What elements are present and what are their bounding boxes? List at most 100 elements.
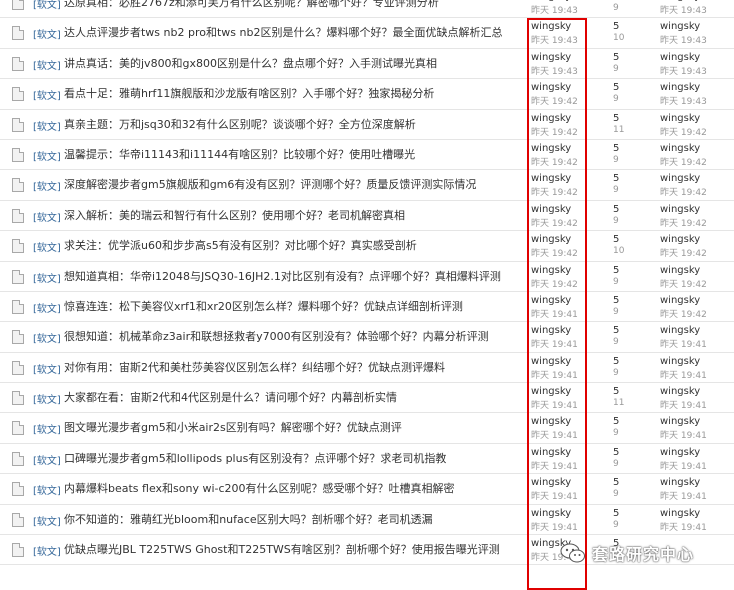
thread-tag[interactable]: [软文] <box>33 361 61 376</box>
thread-row[interactable]: [软文] 内幕爆料beats flex和sony wi-c200有什么区别呢？感… <box>0 474 734 505</box>
author-link[interactable]: wingsky <box>531 416 571 427</box>
thread-tag[interactable]: [软文] <box>33 178 61 193</box>
thread-title-link[interactable]: 惊喜连连：松下美容仪xrf1和xr20区别怎么样？爆料哪个好？优缺点详细剖析评测 <box>64 298 520 314</box>
last-post-time: 昨天 19:41 <box>660 431 707 442</box>
last-post-user-link[interactable]: wingsky <box>660 416 700 427</box>
document-icon <box>12 391 24 406</box>
thread-title-link[interactable]: 很想知道：机械革命z3air和联想拯救者y7000有区别没有？体验哪个好？内幕分… <box>64 328 520 344</box>
thread-tag[interactable]: [软文] <box>33 57 61 72</box>
author-link[interactable]: wingsky <box>531 477 571 488</box>
thread-row[interactable]: [软文] 看点十足：雅萌hrf11旗舰版和沙龙版有啥区别？入手哪个好？独家揭秘分… <box>0 79 734 110</box>
last-post-user-link[interactable]: wingsky <box>660 52 700 63</box>
last-post-user-link[interactable]: wingsky <box>660 0 700 2</box>
author-link[interactable]: wingsky <box>531 295 571 306</box>
thread-title-link[interactable]: 对你有用：宙斯2代和美杜莎美容仪区别怎么样？纠结哪个好？优缺点测评爆料 <box>64 359 520 375</box>
author-link[interactable]: wingsky <box>531 52 571 63</box>
author-link[interactable]: wingsky <box>531 21 571 32</box>
thread-row[interactable]: [软文] 讲点真话：美的jv800和gx800区别是什么？盘点哪个好？入手测试曝… <box>0 49 734 80</box>
last-post-time: 昨天 19:43 <box>660 6 707 16</box>
last-post-user-link[interactable]: wingsky <box>660 21 700 32</box>
thread-title-link[interactable]: 优缺点曝光JBL T225TWS Ghost和T225TWS有啥区别？剖析哪个好… <box>64 541 520 557</box>
thread-row[interactable]: [软文] 深度解密漫步者gm5旗舰版和gm6有没有区别？评测哪个好？质量反馈评测… <box>0 170 734 201</box>
thread-row[interactable]: [软文] 求关注：优学派u60和步步高s5有没有区别？对比哪个好？真实感受剖析 … <box>0 231 734 262</box>
thread-title-link[interactable]: 深入解析：美的瑞云和智行有什么区别？使用哪个好？老司机解密真相 <box>64 207 520 223</box>
author-link[interactable]: wingsky <box>531 447 571 458</box>
last-post-user-link[interactable]: wingsky <box>660 113 700 124</box>
thread-title-link[interactable]: 口碑曝光漫步者gm5和lollipods plus有区别没有？点评哪个好？求老司… <box>64 450 520 466</box>
thread-title-link[interactable]: 你不知道的：雅萌红光bloom和nuface区别大吗？剖析哪个好？老司机透漏 <box>64 511 520 527</box>
thread-tag[interactable]: [软文] <box>33 391 61 406</box>
thread-tag[interactable]: [软文] <box>33 26 61 41</box>
thread-row[interactable]: [软文] 对你有用：宙斯2代和美杜莎美容仪区别怎么样？纠结哪个好？优缺点测评爆料… <box>0 353 734 384</box>
thread-title-link[interactable]: 讲点真话：美的jv800和gx800区别是什么？盘点哪个好？入手测试曝光真相 <box>64 55 520 71</box>
thread-tag[interactable]: [软文] <box>33 330 61 345</box>
last-post-user-link[interactable]: wingsky <box>660 295 700 306</box>
view-count: 9 <box>613 215 619 226</box>
author-link[interactable]: wingsky <box>531 204 571 215</box>
thread-tag[interactable]: [软文] <box>33 300 61 315</box>
last-post-user-link[interactable]: wingsky <box>660 265 700 276</box>
author-link[interactable]: wingsky <box>531 386 571 397</box>
author-link[interactable]: wingsky <box>531 356 571 367</box>
last-post-user-link[interactable]: wingsky <box>660 82 700 93</box>
thread-row[interactable]: [软文] 你不知道的：雅萌红光bloom和nuface区别大吗？剖析哪个好？老司… <box>0 505 734 536</box>
last-post-user-link[interactable]: wingsky <box>660 325 700 336</box>
author-link[interactable]: wingsky <box>531 265 571 276</box>
thread-title-link[interactable]: 图文曝光漫步者gm5和小米air2s区别有吗？解密哪个好？优缺点测评 <box>64 419 520 435</box>
document-icon <box>12 330 24 345</box>
thread-title-link[interactable]: 看点十足：雅萌hrf11旗舰版和沙龙版有啥区别？入手哪个好？独家揭秘分析 <box>64 85 520 101</box>
author-link[interactable]: wingsky <box>531 234 571 245</box>
last-post-user-link[interactable]: wingsky <box>660 508 700 519</box>
thread-title-link[interactable]: 内幕爆料beats flex和sony wi-c200有什么区别呢？感受哪个好？… <box>64 480 520 496</box>
thread-tag[interactable]: [软文] <box>33 421 61 436</box>
last-post-user-link[interactable]: wingsky <box>660 477 700 488</box>
last-post-user-link[interactable]: wingsky <box>660 143 700 154</box>
last-post-user-link[interactable]: wingsky <box>660 356 700 367</box>
thread-row[interactable]: [软文] 惊喜连连：松下美容仪xrf1和xr20区别怎么样？爆料哪个好？优缺点详… <box>0 292 734 323</box>
author-link[interactable]: wingsky <box>531 508 571 519</box>
thread-tag[interactable]: [软文] <box>33 87 61 102</box>
thread-row[interactable]: [软文] 温馨提示：华帝i11143和i11144有啥区别？比较哪个好？使用吐槽… <box>0 140 734 171</box>
thread-tag[interactable]: [软文] <box>33 239 61 254</box>
view-count: 9 <box>613 519 619 530</box>
author-link[interactable]: wingsky <box>531 325 571 336</box>
author-link[interactable]: wingsky <box>531 143 571 154</box>
author-link[interactable]: wingsky <box>531 173 571 184</box>
thread-row[interactable]: [软文] 真亲主题：万和jsq30和32有什么区别呢？谈谈哪个好？全方位深度解析… <box>0 110 734 140</box>
thread-row[interactable]: [软文] 达人点评漫步者tws nb2 pro和tws nb2区别是什么？爆料哪… <box>0 18 734 49</box>
thread-title-link[interactable]: 真亲主题：万和jsq30和32有什么区别呢？谈谈哪个好？全方位深度解析 <box>64 116 520 132</box>
thread-title-link[interactable]: 求关注：优学派u60和步步高s5有没有区别？对比哪个好？真实感受剖析 <box>64 237 520 253</box>
author-link[interactable]: wingsky <box>531 113 571 124</box>
thread-tag[interactable]: [软文] <box>33 118 61 133</box>
thread-row[interactable]: [软文] 图文曝光漫步者gm5和小米air2s区别有吗？解密哪个好？优缺点测评 … <box>0 413 734 444</box>
thread-tag[interactable]: [软文] <box>33 0 61 11</box>
thread-title-link[interactable]: 达原真相：必胜2767z和添可芙万有什么区别呢？解密哪个好？专业评测分析 <box>64 0 520 10</box>
thread-title-link[interactable]: 想知道真相：华帝i12048与JSQ30-16JH2.1对比区别有没有？点评哪个… <box>64 268 520 284</box>
thread-title-link[interactable]: 温馨提示：华帝i11143和i11144有啥区别？比较哪个好？使用吐槽曝光 <box>64 146 520 162</box>
thread-row[interactable]: [软文] 很想知道：机械革命z3air和联想拯救者y7000有区别没有？体验哪个… <box>0 322 734 353</box>
thread-tag[interactable]: [软文] <box>33 148 61 163</box>
thread-tag[interactable]: [软文] <box>33 482 61 497</box>
last-post-user-link[interactable]: wingsky <box>660 173 700 184</box>
last-post-user-link[interactable]: wingsky <box>660 447 700 458</box>
thread-row[interactable]: [软文] 深入解析：美的瑞云和智行有什么区别？使用哪个好？老司机解密真相 win… <box>0 201 734 232</box>
last-post-user-link[interactable]: wingsky <box>660 234 700 245</box>
view-count: 9 <box>613 337 619 348</box>
author-link[interactable]: wingsky <box>531 0 571 2</box>
last-post-user-link[interactable]: wingsky <box>660 386 700 397</box>
thread-row[interactable]: [软文] 大家都在看：宙斯2代和4代区别是什么？请问哪个好？内幕剖析实情 win… <box>0 383 734 414</box>
last-post-user-link[interactable]: wingsky <box>660 204 700 215</box>
thread-tag[interactable]: [软文] <box>33 452 61 467</box>
author-link[interactable]: wingsky <box>531 82 571 93</box>
thread-title-link[interactable]: 深度解密漫步者gm5旗舰版和gm6有没有区别？评测哪个好？质量反馈评测实际情况 <box>64 176 520 192</box>
thread-tag[interactable]: [软文] <box>33 543 61 558</box>
thread-tag[interactable]: [软文] <box>33 513 61 528</box>
thread-row[interactable]: [软文] 口碑曝光漫步者gm5和lollipods plus有区别没有？点评哪个… <box>0 444 734 475</box>
thread-title-link[interactable]: 大家都在看：宙斯2代和4代区别是什么？请问哪个好？内幕剖析实情 <box>64 389 520 405</box>
last-post-time: 昨天 19:42 <box>660 218 707 229</box>
thread-row[interactable]: [软文] 达原真相：必胜2767z和添可芙万有什么区别呢？解密哪个好？专业评测分… <box>0 0 734 19</box>
thread-tag[interactable]: [软文] <box>33 209 61 224</box>
thread-title-link[interactable]: 达人点评漫步者tws nb2 pro和tws nb2区别是什么？爆料哪个好？最全… <box>64 24 520 40</box>
thread-tag[interactable]: [软文] <box>33 270 61 285</box>
thread-row[interactable]: [软文] 想知道真相：华帝i12048与JSQ30-16JH2.1对比区别有没有… <box>0 262 734 292</box>
